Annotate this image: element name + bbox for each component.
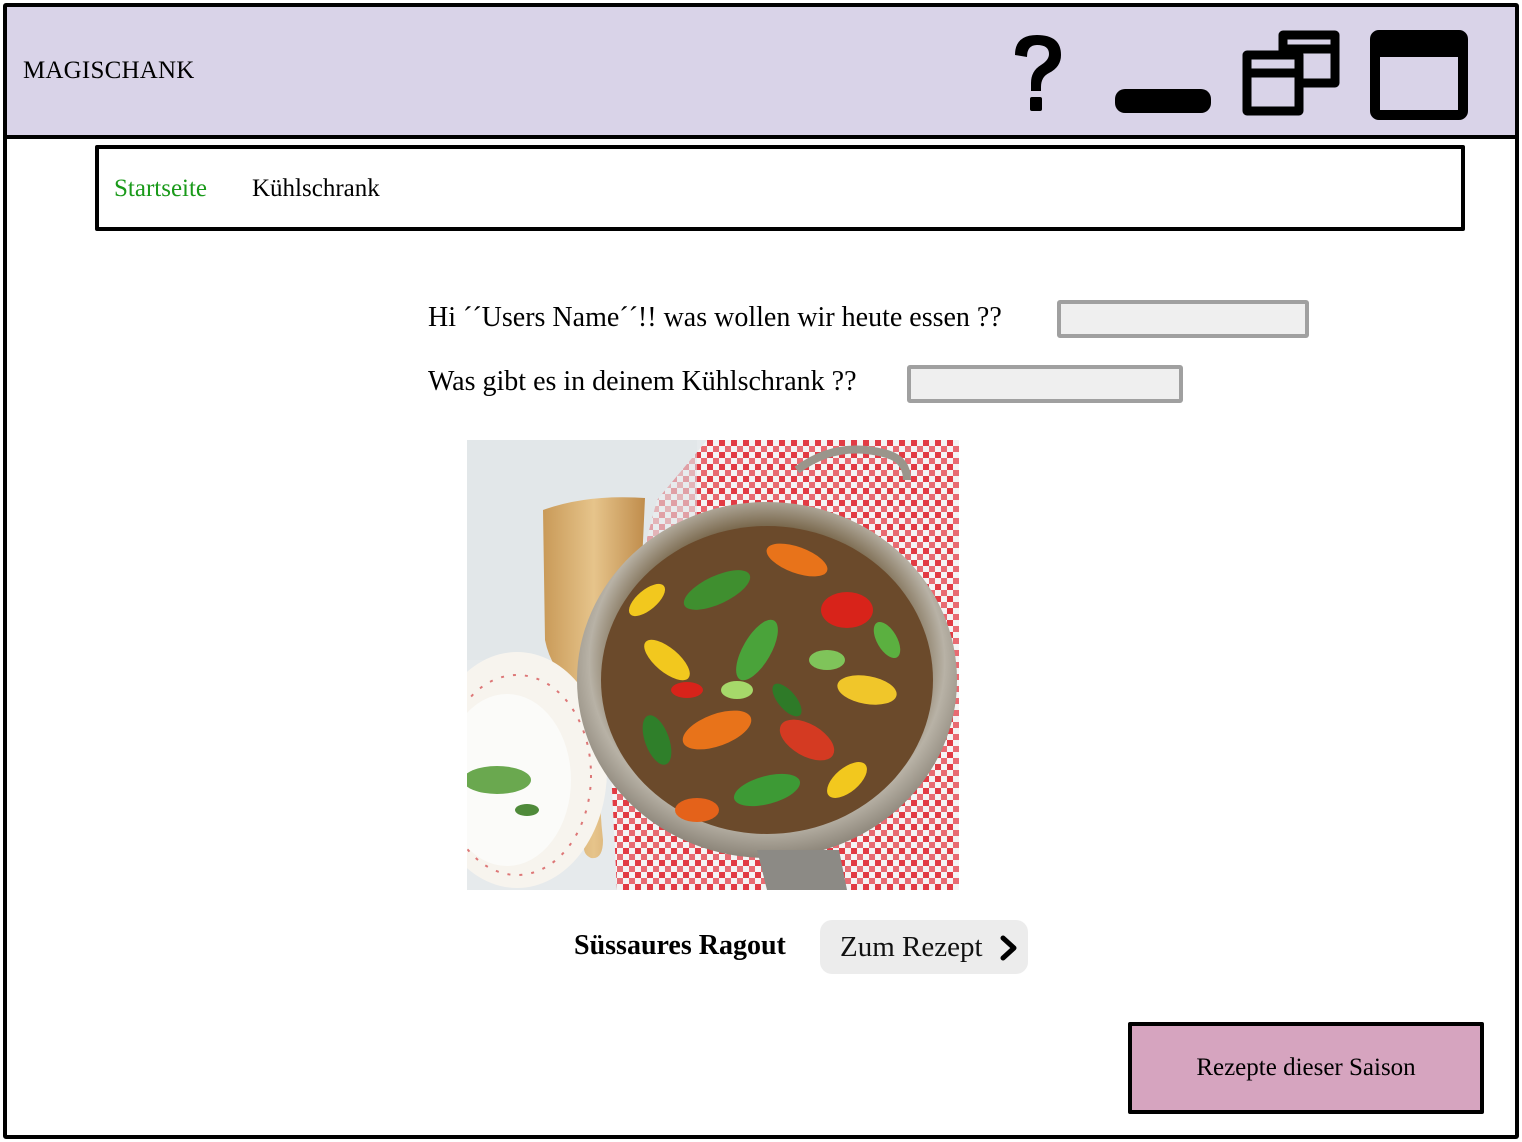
nav-item-startseite[interactable]: Startseite [114,175,207,203]
chevron-right-icon [1000,935,1017,961]
help-icon[interactable] [1005,29,1069,117]
title-bar: MAGISCHANK [7,7,1515,139]
nav-bar: Startseite Kühlschrank [95,145,1465,231]
restore-icon[interactable] [1241,29,1343,121]
maximize-icon[interactable] [1369,29,1469,121]
greeting-text: Hi ´´Users Name´´!! was wollen wir heute… [428,302,1002,333]
app-title: MAGISCHANK [23,57,195,84]
recipe-image [467,440,959,890]
nav-item-kuehlschrank[interactable]: Kühlschrank [252,175,380,203]
fridge-input[interactable] [907,365,1183,403]
minimize-icon[interactable] [1113,85,1213,117]
meal-input[interactable] [1057,300,1309,338]
to-recipe-button[interactable]: Zum Rezept [820,920,1028,974]
to-recipe-label: Zum Rezept [840,930,983,963]
season-recipes-button[interactable]: Rezepte dieser Saison [1128,1022,1484,1114]
recipe-name: Süssaures Ragout [574,930,786,961]
fridge-question-text: Was gibt es in deinem Kühlschrank ?? [428,366,857,397]
